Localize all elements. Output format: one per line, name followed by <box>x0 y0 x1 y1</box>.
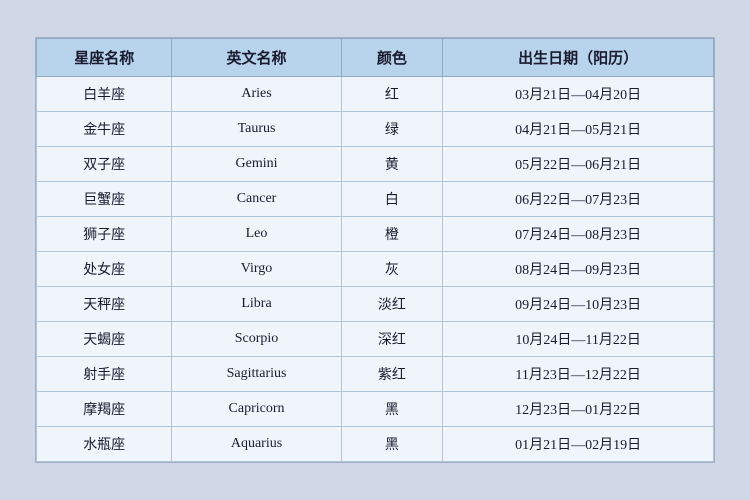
cell-chinese: 天蝎座 <box>37 322 172 357</box>
cell-color: 灰 <box>341 252 443 287</box>
cell-date: 12月23日—01月22日 <box>443 392 714 427</box>
table-row: 金牛座Taurus绿04月21日—05月21日 <box>37 112 714 147</box>
cell-chinese: 金牛座 <box>37 112 172 147</box>
zodiac-table: 星座名称 英文名称 颜色 出生日期（阳历） 白羊座Aries红03月21日—04… <box>36 38 714 462</box>
cell-color: 橙 <box>341 217 443 252</box>
cell-date: 03月21日—04月20日 <box>443 77 714 112</box>
cell-chinese: 射手座 <box>37 357 172 392</box>
table-row: 巨蟹座Cancer白06月22日—07月23日 <box>37 182 714 217</box>
table-row: 双子座Gemini黄05月22日—06月21日 <box>37 147 714 182</box>
cell-color: 深红 <box>341 322 443 357</box>
table-row: 天蝎座Scorpio深红10月24日—11月22日 <box>37 322 714 357</box>
cell-chinese: 狮子座 <box>37 217 172 252</box>
cell-english: Capricorn <box>172 392 341 427</box>
cell-color: 黑 <box>341 427 443 462</box>
header-color: 颜色 <box>341 39 443 77</box>
cell-date: 07月24日—08月23日 <box>443 217 714 252</box>
cell-english: Aquarius <box>172 427 341 462</box>
cell-chinese: 白羊座 <box>37 77 172 112</box>
header-chinese: 星座名称 <box>37 39 172 77</box>
zodiac-table-container: 星座名称 英文名称 颜色 出生日期（阳历） 白羊座Aries红03月21日—04… <box>35 37 715 463</box>
cell-english: Sagittarius <box>172 357 341 392</box>
cell-english: Taurus <box>172 112 341 147</box>
table-body: 白羊座Aries红03月21日—04月20日金牛座Taurus绿04月21日—0… <box>37 77 714 462</box>
cell-date: 11月23日—12月22日 <box>443 357 714 392</box>
cell-color: 绿 <box>341 112 443 147</box>
cell-chinese: 摩羯座 <box>37 392 172 427</box>
cell-chinese: 水瓶座 <box>37 427 172 462</box>
cell-color: 黄 <box>341 147 443 182</box>
cell-date: 08月24日—09月23日 <box>443 252 714 287</box>
cell-color: 淡红 <box>341 287 443 322</box>
table-row: 射手座Sagittarius紫红11月23日—12月22日 <box>37 357 714 392</box>
cell-chinese: 双子座 <box>37 147 172 182</box>
cell-color: 紫红 <box>341 357 443 392</box>
cell-english: Libra <box>172 287 341 322</box>
cell-chinese: 巨蟹座 <box>37 182 172 217</box>
table-row: 天秤座Libra淡红09月24日—10月23日 <box>37 287 714 322</box>
cell-chinese: 处女座 <box>37 252 172 287</box>
cell-english: Scorpio <box>172 322 341 357</box>
header-english: 英文名称 <box>172 39 341 77</box>
table-row: 摩羯座Capricorn黑12月23日—01月22日 <box>37 392 714 427</box>
cell-date: 06月22日—07月23日 <box>443 182 714 217</box>
cell-english: Cancer <box>172 182 341 217</box>
cell-english: Gemini <box>172 147 341 182</box>
table-row: 白羊座Aries红03月21日—04月20日 <box>37 77 714 112</box>
table-header-row: 星座名称 英文名称 颜色 出生日期（阳历） <box>37 39 714 77</box>
cell-color: 红 <box>341 77 443 112</box>
cell-english: Virgo <box>172 252 341 287</box>
cell-date: 05月22日—06月21日 <box>443 147 714 182</box>
cell-chinese: 天秤座 <box>37 287 172 322</box>
table-row: 处女座Virgo灰08月24日—09月23日 <box>37 252 714 287</box>
cell-date: 04月21日—05月21日 <box>443 112 714 147</box>
cell-date: 01月21日—02月19日 <box>443 427 714 462</box>
table-row: 水瓶座Aquarius黑01月21日—02月19日 <box>37 427 714 462</box>
cell-date: 09月24日—10月23日 <box>443 287 714 322</box>
cell-english: Aries <box>172 77 341 112</box>
table-row: 狮子座Leo橙07月24日—08月23日 <box>37 217 714 252</box>
cell-english: Leo <box>172 217 341 252</box>
cell-date: 10月24日—11月22日 <box>443 322 714 357</box>
cell-color: 黑 <box>341 392 443 427</box>
header-date: 出生日期（阳历） <box>443 39 714 77</box>
cell-color: 白 <box>341 182 443 217</box>
